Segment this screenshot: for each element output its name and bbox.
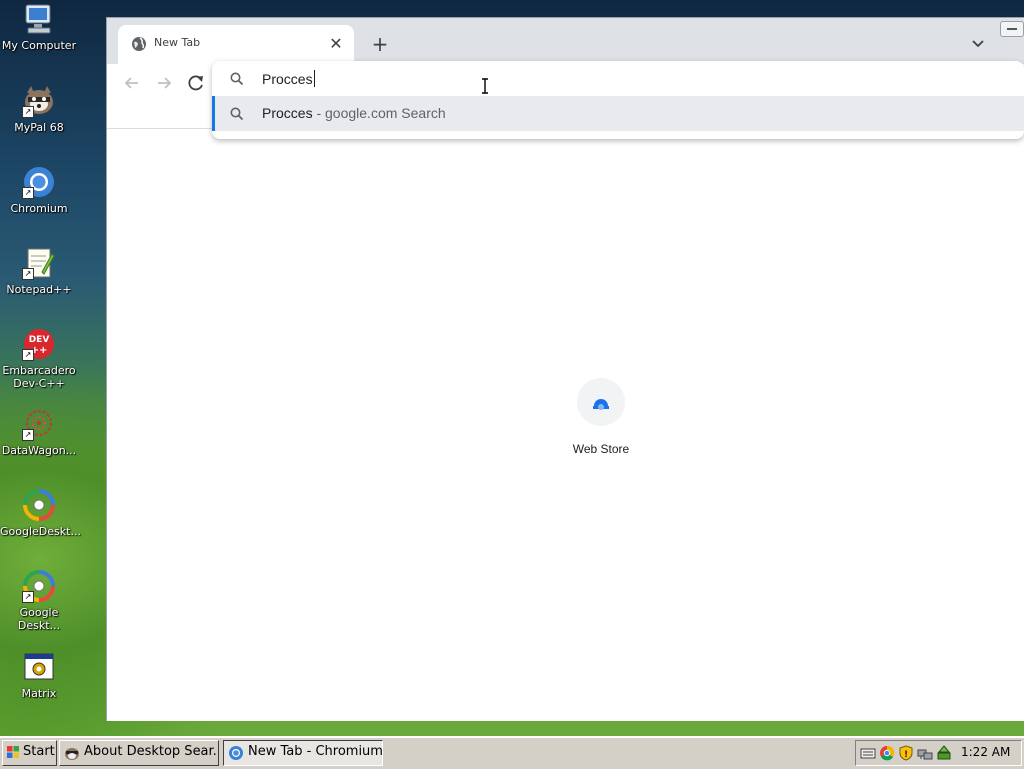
reload-icon[interactable]: [183, 70, 209, 96]
network-icon[interactable]: [917, 745, 933, 761]
mypal-icon: [64, 745, 80, 761]
desktop-icon-label: Chromium: [10, 202, 68, 215]
devcpp-icon: DEV ++ ↗: [22, 327, 56, 361]
desktop-icon-notepadpp[interactable]: ↗ Notepad++: [0, 246, 78, 296]
computer-icon: [22, 2, 56, 36]
forward-icon[interactable]: [151, 70, 177, 96]
safely-remove-hardware-icon[interactable]: [936, 745, 952, 761]
matrix-icon: [22, 650, 56, 684]
keyboard-icon[interactable]: [860, 745, 876, 761]
chrome-icon[interactable]: [879, 745, 895, 761]
taskbar-item-about-desktop-search[interactable]: About Desktop Sear...: [59, 740, 219, 766]
search-icon: [229, 106, 245, 122]
shortcut-label: Web Store: [572, 442, 630, 456]
taskbar-item-label: New Tab - Chromium: [248, 744, 383, 759]
browser-window: New Tab ✕ + Procces Procces - google.com…: [106, 17, 1024, 721]
system-tray: ! 1:22 AM: [855, 740, 1022, 766]
mypal-icon: ↗: [22, 84, 56, 118]
windows-flag-icon: [6, 745, 20, 759]
desktop-icon-devcpp[interactable]: DEV ++ ↗ Embarcadero Dev-C++: [0, 327, 78, 390]
desktop-icon-label: GoogleDeskt...: [0, 525, 81, 538]
shortcut-arrow-icon: ↗: [22, 106, 34, 118]
desktop-icon-matrix[interactable]: Matrix: [0, 650, 78, 700]
search-icon: [229, 71, 245, 87]
text-cursor-icon: [480, 78, 490, 94]
google-desktop-icon: [22, 488, 56, 522]
desktop-icon-google-desktop-2[interactable]: ↗ Google Deskt...: [0, 569, 78, 632]
minimize-button[interactable]: [1000, 21, 1024, 37]
svg-text:DEV: DEV: [29, 335, 50, 345]
shortcut-arrow-icon: ↗: [22, 187, 34, 199]
start-label: Start: [23, 744, 55, 759]
omnibox-suggestion[interactable]: Procces - google.com Search: [212, 96, 1024, 131]
chromium-icon: ↗: [22, 165, 56, 199]
desktop-icon-my-computer[interactable]: My Computer: [0, 2, 78, 52]
omnibox-input[interactable]: [262, 67, 862, 91]
desktop-icon-label: Notepad++: [6, 283, 72, 296]
desktop-icon-label: DataWagon...: [1, 444, 77, 457]
suggestion-source: - google.com Search: [312, 105, 446, 121]
new-tab-button[interactable]: +: [369, 33, 391, 55]
desktop-icon-chromium[interactable]: ↗ Chromium: [0, 165, 78, 215]
web-store-icon: [577, 378, 625, 426]
shortcut-arrow-icon: ↗: [22, 268, 34, 280]
taskbar-item-new-tab-chromium[interactable]: New Tab - Chromium: [223, 740, 383, 766]
ntp-shortcut-web-store[interactable]: Web Store: [547, 378, 655, 456]
close-tab-icon[interactable]: ✕: [326, 34, 346, 54]
tab-strip: New Tab ✕ +: [107, 18, 1024, 64]
suggestion-highlight-bar: [212, 96, 215, 131]
desktop-icon-label: Google Deskt...: [17, 606, 61, 632]
svg-text:!: !: [904, 750, 908, 760]
shortcut-arrow-icon: ↗: [22, 349, 34, 361]
start-button[interactable]: Start: [2, 740, 57, 766]
shortcut-arrow-icon: ↗: [22, 429, 34, 441]
desktop-icon-label: MyPal 68: [14, 121, 64, 134]
taskbar-item-label: About Desktop Sear...: [84, 744, 219, 759]
taskbar: Start About Desktop Sear... New Tab - Ch…: [0, 736, 1024, 769]
desktop-icon-google-desktop-1[interactable]: GoogleDeskt...: [0, 488, 81, 538]
datawagon-icon: ↗: [22, 407, 56, 441]
google-desktop-icon: ↗: [22, 569, 56, 603]
globe-icon: [131, 36, 147, 52]
desktop-icon-label: Embarcadero Dev-C++: [2, 364, 76, 390]
desktop-icon-mypal[interactable]: ↗ MyPal 68: [0, 84, 78, 134]
text-caret: [314, 70, 315, 87]
chevron-down-icon[interactable]: [967, 32, 989, 54]
back-icon[interactable]: [119, 70, 145, 96]
omnibox-dropdown: Procces - google.com Search: [212, 61, 1024, 139]
desktop-icon-datawagon[interactable]: ↗ DataWagon...: [0, 407, 78, 457]
suggestion-text: Procces - google.com Search: [262, 105, 446, 121]
clock[interactable]: 1:22 AM: [961, 745, 1010, 759]
tab-title: New Tab: [154, 36, 201, 49]
shortcut-arrow-icon: ↗: [22, 591, 34, 603]
chromium-icon: [228, 745, 244, 761]
security-shield-icon[interactable]: !: [898, 745, 914, 761]
desktop-icon-label: Matrix: [21, 687, 57, 700]
suggestion-query: Procces: [262, 105, 313, 121]
notepadpp-icon: ↗: [22, 246, 56, 280]
desktop-icon-label: My Computer: [1, 39, 77, 52]
tab-new-tab[interactable]: New Tab ✕: [118, 25, 354, 64]
